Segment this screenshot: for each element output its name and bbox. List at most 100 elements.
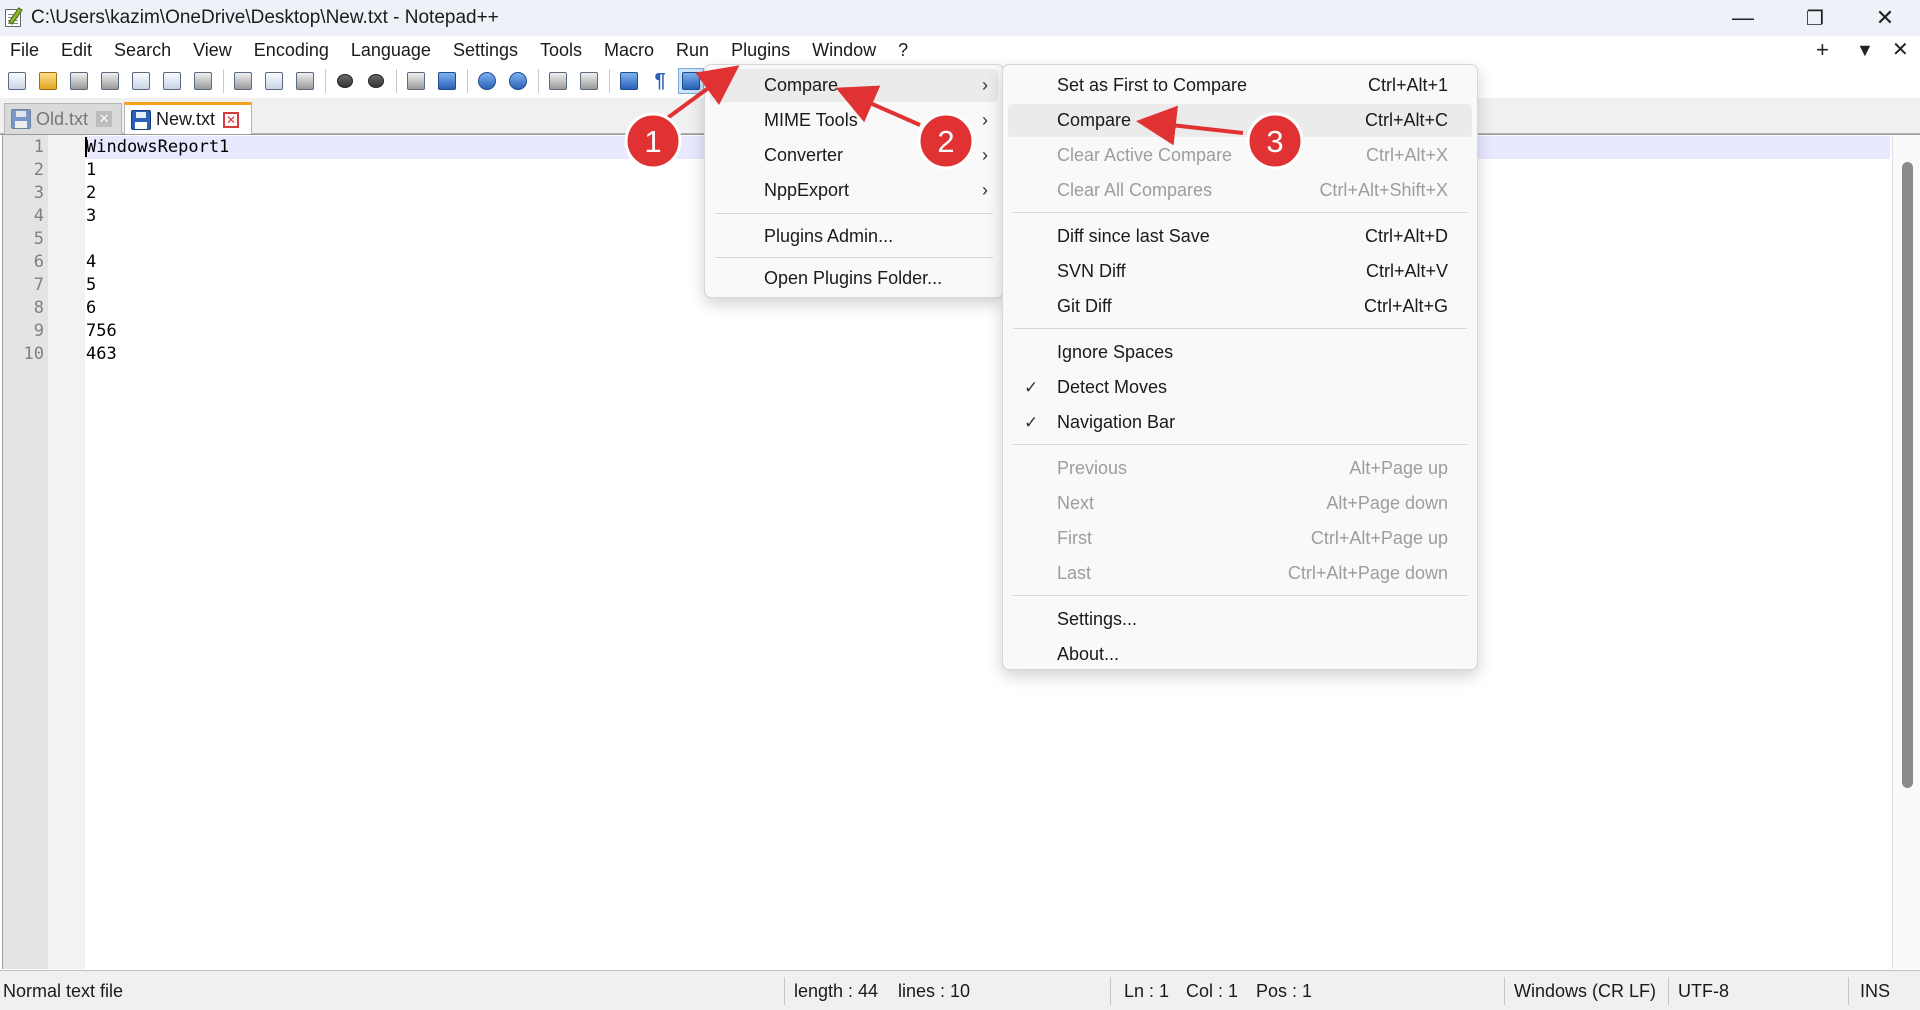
compare-detect-moves[interactable]: ✓ Detect Moves xyxy=(1008,371,1472,404)
sync-vertical-button[interactable] xyxy=(545,68,571,94)
undo-icon xyxy=(337,74,353,88)
status-ins-mode[interactable]: INS xyxy=(1860,971,1890,1010)
sync-horizontal-button[interactable] xyxy=(576,68,602,94)
status-bar: Normal text file length : 44 lines : 10 … xyxy=(0,970,1920,1010)
replace-icon xyxy=(438,72,456,90)
plugins-menu-mime-tools[interactable]: MIME Tools › xyxy=(710,104,998,137)
zoom-in-button[interactable] xyxy=(474,68,500,94)
menu-separator xyxy=(715,213,993,214)
zoom-out-button[interactable] xyxy=(505,68,531,94)
compare-set-first[interactable]: Set as First to Compare Ctrl+Alt+1 xyxy=(1008,69,1472,102)
save-all-button[interactable] xyxy=(97,68,123,94)
compare-settings[interactable]: Settings... xyxy=(1008,603,1472,636)
close-all-button[interactable] xyxy=(159,68,185,94)
status-pos: Pos : 1 xyxy=(1256,981,1313,1001)
menu-window[interactable]: Window xyxy=(801,36,887,64)
title-bar: C:\Users\kazim\OneDrive\Desktop\New.txt … xyxy=(0,0,1920,36)
menu-search[interactable]: Search xyxy=(103,36,182,64)
toolbar-separator xyxy=(538,69,539,93)
plugins-menu-open-folder[interactable]: Open Plugins Folder... xyxy=(710,262,998,295)
menu-macro[interactable]: Macro xyxy=(593,36,665,64)
menu-settings[interactable]: Settings xyxy=(442,36,529,64)
floppy-disk-icon xyxy=(11,109,31,129)
find-button[interactable] xyxy=(403,68,429,94)
close-tab-icon[interactable]: ✕ xyxy=(223,111,240,128)
compare-git-diff[interactable]: Git Diff Ctrl+Alt+G xyxy=(1008,290,1472,323)
plugins-menu-compare[interactable]: Compare › xyxy=(710,69,998,102)
tab-old-txt[interactable]: Old.txt ✕ xyxy=(4,103,122,134)
replace-button[interactable] xyxy=(434,68,460,94)
print-button[interactable] xyxy=(190,68,216,94)
redo-icon xyxy=(368,74,384,88)
close-window-button[interactable]: ✕ xyxy=(1850,0,1920,36)
menu-file[interactable]: File xyxy=(0,36,50,64)
submenu-arrow-icon: › xyxy=(982,145,988,165)
toolbar-separator xyxy=(609,69,610,93)
vertical-scrollbar[interactable] xyxy=(1892,135,1920,969)
maximize-button[interactable]: ❐ xyxy=(1780,0,1850,36)
menu-tools[interactable]: Tools xyxy=(529,36,593,64)
compare-clear-all[interactable]: Clear All Compares Ctrl+Alt+Shift+X xyxy=(1008,174,1472,207)
compare-first[interactable]: First Ctrl+Alt+Page up xyxy=(1008,522,1472,555)
redo-button[interactable] xyxy=(363,68,389,94)
menu-view[interactable]: View xyxy=(182,36,243,64)
menu-edit[interactable]: Edit xyxy=(50,36,103,64)
paste-button[interactable] xyxy=(292,68,318,94)
line-number: 5 xyxy=(33,229,44,249)
line-text: 3 xyxy=(86,206,97,226)
compare-diff-last-save[interactable]: Diff since last Save Ctrl+Alt+D xyxy=(1008,220,1472,253)
compare-compare[interactable]: Compare Ctrl+Alt+C xyxy=(1008,104,1472,137)
checkmark-icon: ✓ xyxy=(1024,378,1039,397)
compare-ignore-spaces[interactable]: Ignore Spaces xyxy=(1008,336,1472,369)
menu-help[interactable]: ? xyxy=(887,36,919,64)
close-button[interactable] xyxy=(128,68,154,94)
scrollbar-thumb[interactable] xyxy=(1902,162,1913,788)
menu-run[interactable]: Run xyxy=(665,36,720,64)
tab-label: New.txt xyxy=(156,109,216,129)
close-document-button[interactable]: ✕ xyxy=(1892,36,1909,64)
close-all-icon xyxy=(163,72,181,90)
line-text: 2 xyxy=(86,183,97,203)
status-eol[interactable]: Windows (CR LF) xyxy=(1514,971,1656,1010)
minimize-button[interactable]: — xyxy=(1708,0,1778,36)
status-encoding[interactable]: UTF-8 xyxy=(1678,971,1729,1010)
tab-list-dropdown[interactable]: ▼ xyxy=(1856,36,1874,64)
menu-encoding[interactable]: Encoding xyxy=(243,36,340,64)
line-number: 9 xyxy=(33,321,44,341)
tab-new-txt[interactable]: New.txt ✕ xyxy=(124,102,252,134)
compare-svn-diff[interactable]: SVN Diff Ctrl+Alt+V xyxy=(1008,255,1472,288)
plugins-menu-admin[interactable]: Plugins Admin... xyxy=(710,220,998,253)
plugins-menu-converter[interactable]: Converter › xyxy=(710,139,998,172)
add-tab-button[interactable]: + xyxy=(1816,36,1829,64)
show-all-chars-button[interactable]: ¶ xyxy=(647,68,673,94)
compare-previous[interactable]: Previous Alt+Page up xyxy=(1008,452,1472,485)
save-button[interactable] xyxy=(66,68,92,94)
line-number: 3 xyxy=(33,183,44,203)
compare-next[interactable]: Next Alt+Page down xyxy=(1008,487,1472,520)
save-icon xyxy=(70,72,88,90)
compare-about[interactable]: About... xyxy=(1008,638,1472,671)
new-file-button[interactable] xyxy=(4,68,30,94)
plugins-menu-nppexport[interactable]: NppExport › xyxy=(710,174,998,207)
status-length: length : 44 xyxy=(794,981,879,1001)
indent-guide-button[interactable] xyxy=(678,68,704,94)
close-tab-icon[interactable]: ✕ xyxy=(96,111,113,127)
open-file-button[interactable] xyxy=(35,68,61,94)
menu-language[interactable]: Language xyxy=(340,36,442,64)
zoom-out-icon xyxy=(509,72,527,90)
submenu-arrow-icon: › xyxy=(982,110,988,130)
plugins-menu: Compare › MIME Tools › Converter › NppEx… xyxy=(704,64,1004,298)
word-wrap-button[interactable] xyxy=(616,68,642,94)
compare-last[interactable]: Last Ctrl+Alt+Page down xyxy=(1008,557,1472,590)
compare-navigation-bar[interactable]: ✓ Navigation Bar xyxy=(1008,406,1472,439)
menu-plugins[interactable]: Plugins xyxy=(720,36,801,64)
close-file-icon xyxy=(132,72,150,90)
copy-button[interactable] xyxy=(261,68,287,94)
menu-separator xyxy=(1013,212,1467,213)
undo-button[interactable] xyxy=(332,68,358,94)
new-file-icon xyxy=(8,72,26,90)
cut-button[interactable] xyxy=(230,68,256,94)
compare-clear-active[interactable]: Clear Active Compare Ctrl+Alt+X xyxy=(1008,139,1472,172)
status-separator xyxy=(1504,977,1505,1005)
toolbar-separator xyxy=(396,69,397,93)
